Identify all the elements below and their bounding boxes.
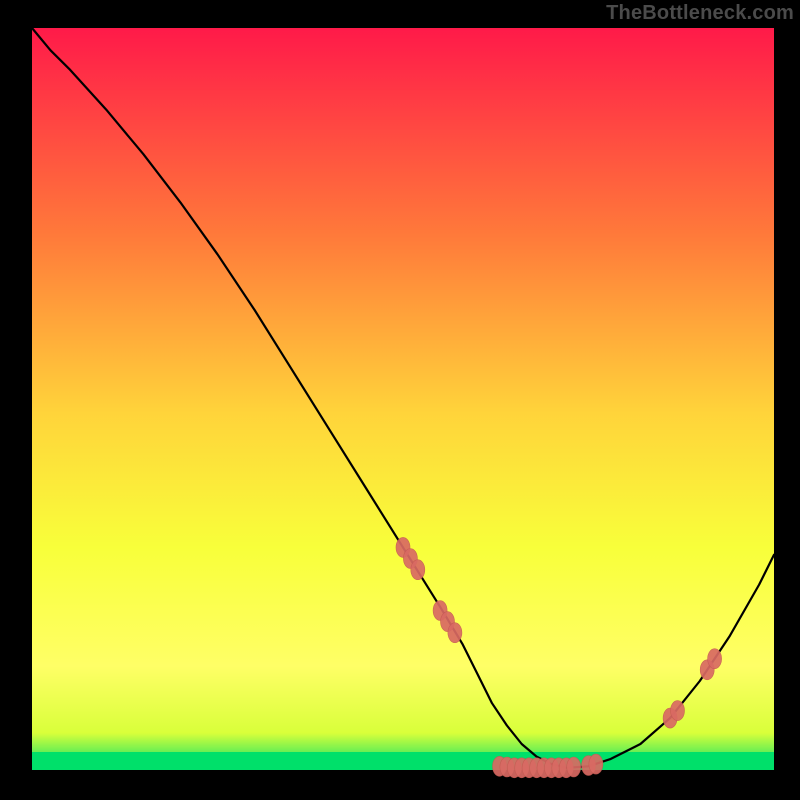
chart-frame: { "watermark": "TheBottleneck.com", "col… xyxy=(0,0,800,800)
bottleneck-chart xyxy=(0,0,800,800)
curve-marker xyxy=(671,701,685,721)
curve-marker xyxy=(567,757,581,777)
watermark-text: TheBottleneck.com xyxy=(606,2,794,25)
green-bottom-band xyxy=(32,752,774,770)
gradient-background xyxy=(32,28,774,770)
curve-marker xyxy=(411,560,425,580)
curve-marker xyxy=(589,754,603,774)
curve-marker xyxy=(448,623,462,643)
curve-marker xyxy=(708,649,722,669)
